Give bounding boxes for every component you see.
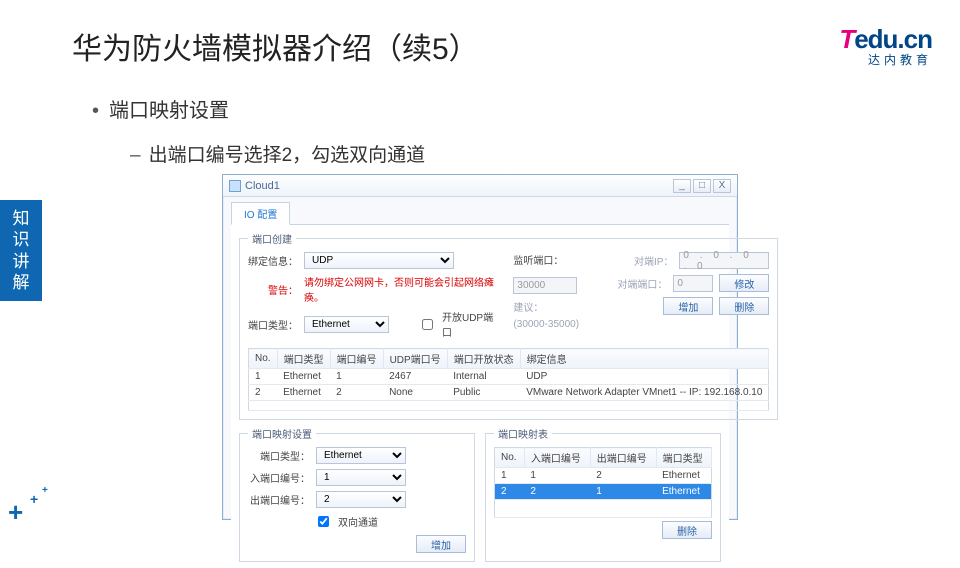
- map-type-label: 端口类型：: [248, 448, 310, 463]
- cloud-window: Cloud1 _ □ X IO 配置 端口创建 绑定信息： UDP 警告： 请勿…: [222, 174, 738, 520]
- side-tag: 知 识 讲 解: [0, 200, 42, 301]
- slide-title: 华为防火墙模拟器介绍（续5）: [72, 24, 479, 68]
- logo-t: T: [839, 24, 854, 54]
- delete-port-button[interactable]: 删除: [719, 297, 769, 315]
- group-port-map-setting: 端口映射设置 端口类型： Ethernet 入端口编号： 1 出端口编号： 2 …: [239, 426, 475, 562]
- port-type-label: 端口类型：: [248, 317, 298, 332]
- in-port-select[interactable]: 1: [316, 469, 406, 486]
- listen-port-label: 监听端口：: [513, 252, 563, 267]
- titlebar[interactable]: Cloud1 _ □ X: [223, 175, 737, 197]
- out-port-label: 出端口编号：: [248, 492, 310, 507]
- logo-text: edu.cn: [854, 24, 932, 54]
- brand-logo: Tedu.cn 达内教育: [839, 26, 932, 66]
- bidir-checkbox[interactable]: [318, 516, 329, 527]
- minimize-button[interactable]: _: [673, 179, 691, 193]
- group-port-map-table-legend: 端口映射表: [494, 426, 552, 441]
- group-port-map-table: 端口映射表 No. 入端口编号 出端口编号 端口类型 112Ethernet 2…: [485, 426, 721, 562]
- corner-plus-icon: +++: [8, 497, 23, 528]
- bind-info-select[interactable]: UDP: [304, 252, 454, 269]
- app-icon: [229, 180, 241, 192]
- peer-port-label: 对端端口：: [617, 276, 667, 291]
- window-title: Cloud1: [245, 180, 673, 192]
- maximize-button[interactable]: □: [693, 179, 711, 193]
- add-port-button[interactable]: 增加: [663, 297, 713, 315]
- group-port-map-setting-legend: 端口映射设置: [248, 426, 316, 441]
- out-port-select[interactable]: 2: [316, 491, 406, 508]
- range-value: (30000-35000): [513, 319, 579, 330]
- map-delete-button[interactable]: 删除: [662, 521, 712, 539]
- peer-port-input[interactable]: [673, 275, 713, 292]
- peer-ip-label: 对端IP：: [634, 253, 673, 268]
- port-type-select[interactable]: Ethernet: [304, 316, 389, 333]
- bind-info-label: 绑定信息：: [248, 253, 298, 268]
- bullet-level-1: 端口映射设置: [92, 94, 229, 123]
- map-type-select[interactable]: Ethernet: [316, 447, 406, 464]
- logo-sub: 达内教育: [839, 54, 932, 66]
- table-row[interactable]: 221Ethernet: [495, 484, 712, 500]
- warn-text: 请勿绑定公网网卡，否则可能会引起网络瘫痪。: [304, 274, 499, 304]
- map-add-button[interactable]: 增加: [416, 535, 466, 553]
- modify-button[interactable]: 修改: [719, 274, 769, 292]
- port-table[interactable]: No. 端口类型 端口编号 UDP端口号 端口开放状态 绑定信息 1Ethern…: [248, 348, 769, 411]
- listen-port-input[interactable]: [513, 277, 577, 294]
- table-row[interactable]: 2Ethernet2NonePublicVMware Network Adapt…: [249, 385, 769, 401]
- in-port-label: 入端口编号：: [248, 470, 310, 485]
- map-table[interactable]: No. 入端口编号 出端口编号 端口类型 112Ethernet 221Ethe…: [494, 447, 712, 518]
- warn-label: 警告：: [248, 282, 298, 297]
- peer-ip-input[interactable]: 0 . 0 . 0 . 0: [679, 252, 769, 269]
- close-button[interactable]: X: [713, 179, 731, 193]
- open-udp-label: 开放UDP端口: [442, 309, 499, 339]
- bidir-label: 双向通道: [338, 514, 378, 529]
- tab-io-config[interactable]: IO 配置: [231, 202, 290, 225]
- table-row[interactable]: 1Ethernet12467InternalUDP: [249, 369, 769, 385]
- group-port-create: 端口创建 绑定信息： UDP 警告： 请勿绑定公网网卡，否则可能会引起网络瘫痪。…: [239, 231, 778, 420]
- table-row[interactable]: 112Ethernet: [495, 468, 712, 484]
- open-udp-checkbox[interactable]: [422, 319, 433, 330]
- range-label: 建议：: [513, 303, 543, 314]
- bullet-level-2: 出端口编号选择2，勾选双向通道: [130, 140, 425, 167]
- group-port-create-legend: 端口创建: [248, 231, 296, 246]
